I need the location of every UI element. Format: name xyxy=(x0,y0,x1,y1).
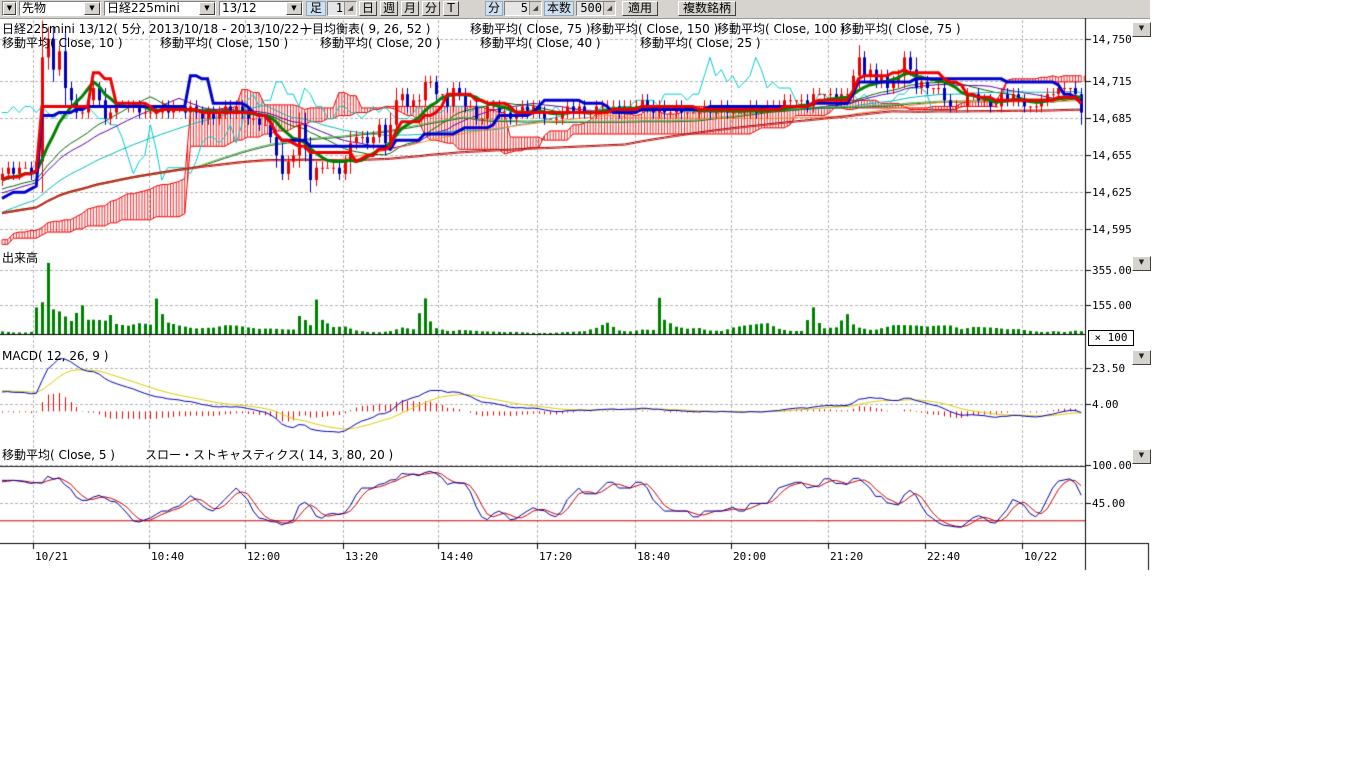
legend-item-2-0: 移動平均( Close, 10 ) xyxy=(2,34,123,51)
instrument-type-value: 先物 xyxy=(20,2,84,15)
contract-month-value: 13/12 xyxy=(220,2,286,15)
bar-type-label: 足 xyxy=(306,1,326,16)
time-axis-label: 21:20 xyxy=(830,550,863,563)
chevron-down-icon: ▼ xyxy=(1139,451,1144,459)
chevron-down-icon[interactable]: ▼ xyxy=(286,2,302,15)
macd-axis-label: 23.50 xyxy=(1092,362,1125,375)
time-axis-label: 12:00 xyxy=(247,550,280,563)
chevron-down-icon: ▼ xyxy=(1139,352,1144,360)
chevron-down-icon: ▼ xyxy=(1139,24,1144,32)
multi-symbol-button[interactable]: 複数銘柄 xyxy=(678,1,736,16)
stoch-pane-label: スロー・ストキャスティクス( 14, 3, 80, 20 ) xyxy=(145,446,393,463)
price-axis-label: 14,715 xyxy=(1092,75,1132,88)
bar-interval-stepper[interactable]: 1◢ xyxy=(327,1,357,16)
price-axis-label: 14,750 xyxy=(1092,33,1132,46)
stoch-axis-label: 100.00 xyxy=(1092,459,1132,472)
stepper-icon[interactable]: ◢ xyxy=(603,2,615,15)
time-axis-label: 10/21 xyxy=(35,550,68,563)
timeframe-week-button[interactable]: 週 xyxy=(380,1,398,16)
time-axis-label: 10:40 xyxy=(151,550,184,563)
bar-count-label: 本数 xyxy=(544,1,574,16)
timeframe-tick-button[interactable]: T xyxy=(443,1,459,16)
volume-pane-menu-button[interactable]: ▼ xyxy=(1132,256,1151,271)
symbol-value: 日経225mini xyxy=(105,2,199,15)
timeframe-minute-button[interactable]: 分 xyxy=(422,1,440,16)
time-axis-label: 14:40 xyxy=(440,550,473,563)
volume-axis-label: 355.00 xyxy=(1092,264,1132,277)
stepper-icon[interactable]: ◢ xyxy=(529,2,541,15)
chevron-down-icon[interactable]: ▼ xyxy=(199,2,215,15)
macd-axis-label: 4.00 xyxy=(1092,398,1119,411)
macd-pane-menu-button[interactable]: ▼ xyxy=(1132,350,1151,365)
chevron-down-icon: ▼ xyxy=(1139,258,1144,266)
minutes-stepper[interactable]: 5◢ xyxy=(504,1,542,16)
minutes-label: 分 xyxy=(485,1,503,16)
time-axis-label: 20:00 xyxy=(733,550,766,563)
bar-count-value: 500 xyxy=(577,2,603,15)
price-pane-menu-button[interactable]: ▼ xyxy=(1132,22,1151,37)
toolbar-small-dropdown[interactable]: ▼ xyxy=(2,1,17,16)
apply-button[interactable]: 適用 xyxy=(622,1,658,16)
symbol-select[interactable]: 日経225mini▼ xyxy=(104,1,216,16)
bar-interval-value: 1 xyxy=(328,2,344,15)
legend-item-2-2: 移動平均( Close, 20 ) xyxy=(320,34,441,51)
volume-multiplier-badge: × 100 xyxy=(1088,330,1134,346)
macd-pane-label: MACD( 12, 26, 9 ) xyxy=(2,349,108,363)
legend-item-2-4: 移動平均( Close, 25 ) xyxy=(640,34,761,51)
bar-count-stepper[interactable]: 500◢ xyxy=(576,1,616,16)
volume-axis-label: 155.00 xyxy=(1092,299,1132,312)
contract-month-select[interactable]: 13/12▼ xyxy=(219,1,303,16)
legend-item-5: 移動平均( Close, 75 ) xyxy=(840,20,961,37)
timeframe-day-button[interactable]: 日 xyxy=(359,1,377,16)
time-axis-label: 18:40 xyxy=(637,550,670,563)
legend-item-2-3: 移動平均( Close, 40 ) xyxy=(480,34,601,51)
toolbar: ▼ 先物▼ 日経225mini▼ 13/12▼ 足 1◢ 日 週 月 分 T 分… xyxy=(0,0,1150,19)
time-axis-label: 13:20 xyxy=(345,550,378,563)
time-axis-label: 10/22 xyxy=(1024,550,1057,563)
chart-canvas[interactable] xyxy=(0,18,1150,578)
stoch-ma-pane-label: 移動平均( Close, 5 ) xyxy=(2,446,115,463)
minutes-value: 5 xyxy=(505,2,529,15)
stoch-pane-menu-button[interactable]: ▼ xyxy=(1132,449,1151,464)
volume-pane-label: 出来高 xyxy=(2,249,38,266)
timeframe-month-button[interactable]: 月 xyxy=(401,1,419,16)
stepper-icon[interactable]: ◢ xyxy=(344,2,356,15)
time-axis-label: 17:20 xyxy=(539,550,572,563)
instrument-type-select[interactable]: 先物▼ xyxy=(19,1,101,16)
chevron-down-icon[interactable]: ▼ xyxy=(84,2,100,15)
price-axis-label: 14,625 xyxy=(1092,186,1132,199)
price-axis-label: 14,595 xyxy=(1092,223,1132,236)
price-axis-label: 14,655 xyxy=(1092,149,1132,162)
stoch-axis-label: 45.00 xyxy=(1092,497,1125,510)
chevron-down-icon[interactable]: ▼ xyxy=(3,2,16,15)
price-axis-label: 14,685 xyxy=(1092,112,1132,125)
legend-item-2-1: 移動平均( Close, 150 ) xyxy=(160,34,288,51)
time-axis-label: 22:40 xyxy=(927,550,960,563)
